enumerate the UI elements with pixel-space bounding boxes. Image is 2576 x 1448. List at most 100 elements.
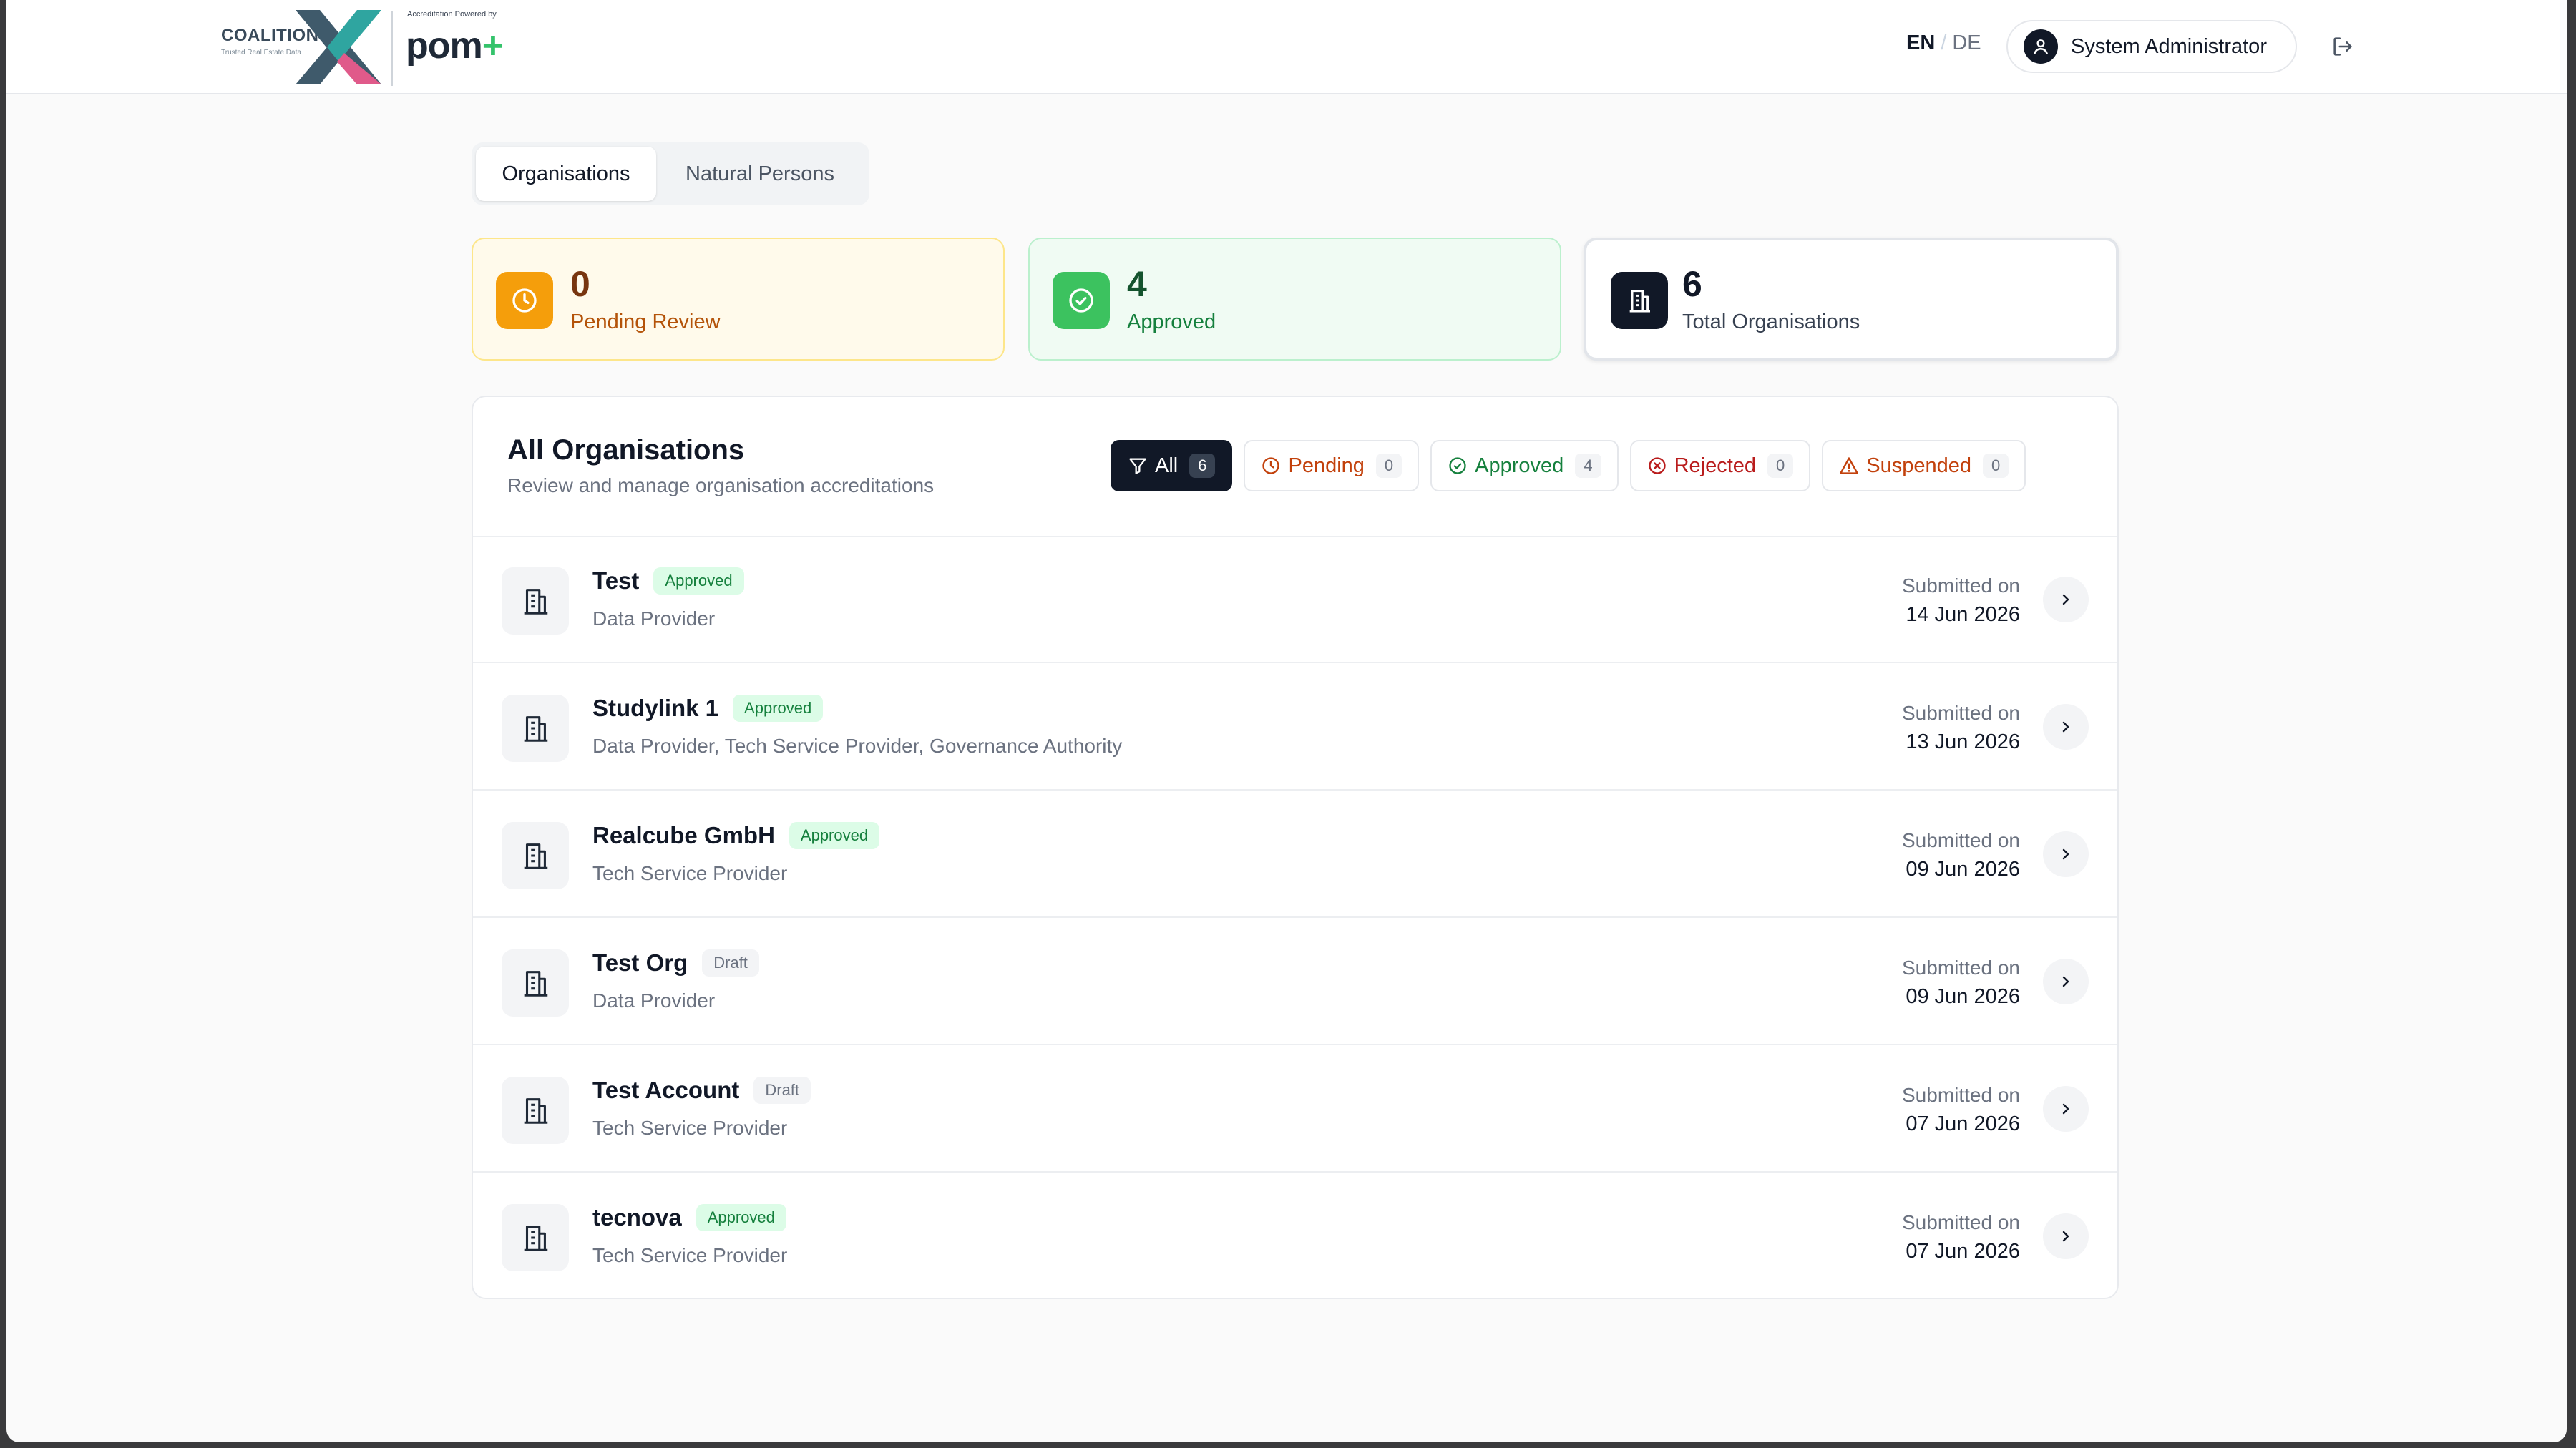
submitted-label: Submitted on (1902, 1084, 2020, 1106)
submitted-date: 09 Jun 2026 (1906, 985, 2020, 1008)
filter-all-count: 6 (1189, 454, 1216, 478)
filter-suspended-label: Suspended (1866, 454, 1972, 477)
panel-subtitle: Review and manage organisation accredita… (507, 474, 935, 496)
organisation-name: Realcube GmbH Approved (592, 822, 880, 849)
filter-suspended-button[interactable]: Suspended 0 (1822, 440, 2026, 491)
organisation-roles: Tech Service Provider (592, 1117, 788, 1139)
entity-tabs: Organisations Natural Persons (472, 142, 869, 205)
submitted-date: 13 Jun 2026 (1906, 730, 2020, 753)
building-icon (502, 1204, 569, 1271)
user-icon (2024, 29, 2058, 64)
filter-approved-count: 4 (1575, 454, 1601, 478)
stat-card-approved: 4 Approved (1028, 238, 1561, 361)
lang-de[interactable]: DE (1952, 31, 1981, 54)
filter-rejected-count: 0 (1767, 454, 1794, 478)
app-window: COALITION Trusted Real Estate Data Accre… (6, 0, 2567, 1442)
submitted-label: Submitted on (1902, 957, 2020, 979)
filter-all-button[interactable]: All 6 (1111, 440, 1233, 491)
stat-pending-value: 0 (570, 264, 590, 304)
submitted-date: 09 Jun 2026 (1906, 858, 2020, 881)
stat-total-value: 6 (1682, 264, 1702, 304)
submitted-date: 07 Jun 2026 (1906, 1112, 2020, 1135)
organisation-row[interactable]: Studylink 1 Approved Data Provider, Tech… (473, 663, 2117, 791)
x-circle-icon (1648, 457, 1666, 474)
alert-triangle-icon (1840, 457, 1859, 474)
organisation-roles: Data Provider (592, 989, 716, 1012)
organisation-name: Test Org Draft (592, 949, 759, 977)
organisation-row[interactable]: tecnova Approved Tech Service Provider S… (473, 1173, 2117, 1298)
stat-card-total: 6 Total Organisations (1584, 238, 2119, 361)
chevron-right-icon[interactable] (2043, 577, 2089, 622)
building-icon (502, 822, 569, 889)
status-badge: Approved (696, 1204, 786, 1231)
submitted-label: Submitted on (1902, 1211, 2020, 1233)
chevron-right-icon[interactable] (2043, 704, 2089, 750)
chevron-right-icon[interactable] (2043, 1213, 2089, 1259)
logo-divider (391, 11, 393, 86)
logo-powered-by: Accreditation Powered by (407, 10, 497, 19)
status-badge: Draft (753, 1077, 811, 1104)
organisation-row[interactable]: Realcube GmbH Approved Tech Service Prov… (473, 791, 2117, 918)
building-icon (1611, 272, 1668, 329)
filter-pending-button[interactable]: Pending 0 (1244, 440, 1420, 491)
status-badge: Approved (789, 822, 880, 849)
building-icon (502, 567, 569, 635)
filter-rejected-button[interactable]: Rejected 0 (1629, 440, 1811, 491)
language-switcher: EN / DE (1906, 31, 1981, 54)
filter-rejected-label: Rejected (1674, 454, 1757, 477)
organisation-name: Test Account Draft (592, 1077, 811, 1104)
organisation-row[interactable]: Test Account Draft Tech Service Provider… (473, 1045, 2117, 1173)
organisation-name: Studylink 1 Approved (592, 695, 824, 722)
organisation-row[interactable]: Test Org Draft Data Provider Submitted o… (473, 918, 2117, 1045)
submitted-date: 14 Jun 2026 (1906, 603, 2020, 626)
user-menu-button[interactable]: System Administrator (2006, 20, 2297, 73)
chevron-right-icon[interactable] (2043, 831, 2089, 877)
check-circle-icon (1449, 457, 1466, 474)
organisations-panel: All Organisations Review and manage orga… (472, 396, 2119, 1299)
filter-pending-count: 0 (1375, 454, 1402, 478)
clock-icon (496, 272, 553, 329)
organisation-name: tecnova Approved (592, 1204, 786, 1231)
submitted-label: Submitted on (1902, 574, 2020, 597)
chevron-right-icon[interactable] (2043, 1086, 2089, 1132)
tab-organisations[interactable]: Organisations (476, 147, 656, 201)
clock-icon (1262, 457, 1280, 474)
filter-icon (1129, 458, 1146, 474)
lang-en[interactable]: EN (1906, 31, 1935, 54)
stat-approved-label: Approved (1127, 310, 1216, 333)
panel-header: All Organisations Review and manage orga… (473, 397, 2117, 537)
organisation-roles: Data Provider, Tech Service Provider, Go… (592, 735, 1123, 757)
logout-icon[interactable] (2331, 34, 2355, 62)
organisation-roles: Tech Service Provider (592, 862, 788, 884)
status-filters: All 6 Pending 0 Approved 4 Rejected 0 Su… (1111, 440, 2026, 491)
filter-approved-button[interactable]: Approved 4 (1430, 440, 1619, 491)
submitted-label: Submitted on (1902, 829, 2020, 851)
status-badge: Approved (733, 695, 824, 722)
chevron-right-icon[interactable] (2043, 959, 2089, 1004)
tab-natural-persons[interactable]: Natural Persons (656, 147, 864, 201)
submitted-label: Submitted on (1902, 702, 2020, 724)
building-icon (502, 1077, 569, 1144)
panel-title: All Organisations (507, 434, 745, 466)
user-name: System Administrator (2071, 34, 2267, 58)
stat-total-label: Total Organisations (1682, 310, 1860, 333)
organisation-roles: Tech Service Provider (592, 1244, 788, 1266)
status-badge: Approved (653, 567, 744, 595)
filter-approved-label: Approved (1475, 454, 1564, 477)
filter-suspended-count: 0 (1983, 454, 2009, 478)
logo-x-mark (296, 10, 381, 84)
stat-pending-label: Pending Review (570, 310, 721, 333)
logo-product: pom+ (406, 25, 504, 67)
logo[interactable]: COALITION Trusted Real Estate Data Accre… (221, 9, 522, 86)
organisation-roles: Data Provider (592, 607, 716, 630)
building-icon (502, 695, 569, 762)
submitted-date: 07 Jun 2026 (1906, 1240, 2020, 1263)
stat-card-pending: 0 Pending Review (472, 238, 1005, 361)
top-bar: COALITION Trusted Real Estate Data Accre… (6, 0, 2567, 94)
filter-all-label: All (1155, 454, 1179, 477)
organisation-row[interactable]: Test Approved Data Provider Submitted on… (473, 536, 2117, 663)
check-circle-icon (1053, 272, 1110, 329)
building-icon (502, 949, 569, 1017)
logo-tagline: Trusted Real Estate Data (221, 49, 301, 57)
filter-pending-label: Pending (1288, 454, 1365, 477)
